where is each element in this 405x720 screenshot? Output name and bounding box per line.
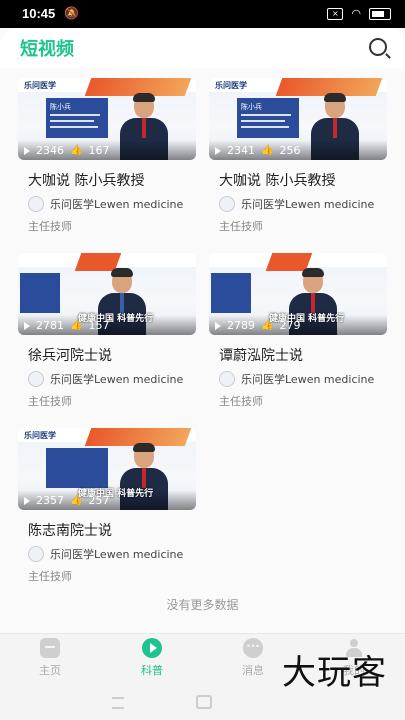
status-icons: × ◠ bbox=[327, 7, 391, 20]
play-count: 2357 bbox=[36, 494, 64, 507]
author-role: 主任技师 bbox=[219, 395, 263, 408]
play-count-icon bbox=[215, 146, 221, 155]
author-role: 主任技师 bbox=[28, 395, 72, 408]
tab-messages[interactable]: 消息 bbox=[223, 638, 283, 678]
like-count: 167 bbox=[88, 144, 110, 157]
author-name: 乐问医学Lewen medicine bbox=[241, 373, 375, 386]
menu-icon[interactable] bbox=[112, 697, 124, 709]
no-more-data-text: 没有更多数据 bbox=[166, 598, 239, 612]
status-time: 10:45 bbox=[22, 6, 56, 21]
message-icon bbox=[243, 638, 263, 658]
video-card[interactable]: 乐问医学 陈小兵 2341 👍 256 大咖说 陈小兵教授 乐问医学Lewen … bbox=[209, 78, 387, 248]
like-icon: 👍 bbox=[70, 320, 83, 331]
video-title[interactable]: 大咖说 陈小兵教授 bbox=[28, 170, 144, 190]
video-card[interactable]: 健康中国 科普先行 2789 👍 279 谭蔚泓院士说 乐问医学Lewen me… bbox=[209, 253, 387, 423]
thumbnail-brand: 乐问医学 bbox=[24, 81, 56, 90]
video-thumbnail[interactable]: 乐问医学 陈小兵 2346 👍 167 bbox=[18, 78, 196, 160]
video-stats: 2789 👍 279 bbox=[215, 319, 300, 332]
play-icon bbox=[142, 638, 162, 658]
like-icon: 👍 bbox=[70, 145, 83, 156]
tab-label: 科普 bbox=[141, 664, 163, 677]
video-thumbnail[interactable]: 健康中国 科普先行 2781 👍 157 bbox=[18, 253, 196, 335]
watermark: 大玩客 bbox=[282, 653, 387, 693]
page-title: 短视频 bbox=[20, 39, 74, 60]
mute-icon: 🔕 bbox=[64, 6, 79, 20]
thumbnail-brand: 乐问医学 bbox=[215, 81, 247, 90]
video-title[interactable]: 陈志南院士说 bbox=[28, 520, 112, 540]
play-count-icon bbox=[215, 321, 221, 330]
tab-science[interactable]: 科普 bbox=[122, 638, 182, 678]
video-author[interactable]: 乐问医学Lewen medicine bbox=[219, 196, 374, 212]
video-card[interactable]: 健康中国 科普先行 2781 👍 157 徐兵河院士说 乐问医学Lewen me… bbox=[18, 253, 196, 423]
video-card[interactable]: 乐问医学 健康中国 科普先行 2357 👍 257 陈志南院士说 乐问医学Lew… bbox=[18, 428, 196, 598]
video-card[interactable]: 乐问医学 陈小兵 2346 👍 167 大咖说 陈小兵教授 乐问医学Lewen … bbox=[18, 78, 196, 248]
like-icon: 👍 bbox=[261, 320, 274, 331]
video-stats: 2357 👍 257 bbox=[24, 494, 109, 507]
video-stats: 2341 👍 256 bbox=[215, 144, 300, 157]
wifi-icon: ◠ bbox=[351, 7, 361, 20]
like-count: 256 bbox=[279, 144, 301, 157]
tab-home[interactable]: 主页 bbox=[20, 638, 80, 678]
app-screen: 短视频 乐问医学 陈小兵 2346 👍 167 大咖说 陈小兵教授 乐问医学Le… bbox=[0, 28, 405, 720]
video-thumbnail[interactable]: 健康中国 科普先行 2789 👍 279 bbox=[209, 253, 387, 335]
video-title[interactable]: 徐兵河院士说 bbox=[28, 345, 112, 365]
video-thumbnail[interactable]: 乐问医学 健康中国 科普先行 2357 👍 257 bbox=[18, 428, 196, 510]
play-count: 2346 bbox=[36, 144, 64, 157]
video-author[interactable]: 乐问医学Lewen medicine bbox=[28, 371, 183, 387]
play-count-icon bbox=[24, 146, 30, 155]
play-count: 2781 bbox=[36, 319, 64, 332]
author-name: 乐问医学Lewen medicine bbox=[50, 198, 184, 211]
avatar bbox=[219, 371, 235, 387]
avatar bbox=[28, 546, 44, 562]
battery-icon bbox=[369, 7, 391, 20]
author-name: 乐问医学Lewen medicine bbox=[241, 198, 375, 211]
video-title[interactable]: 大咖说 陈小兵教授 bbox=[219, 170, 335, 190]
status-bar: 10:45 🔕 × ◠ bbox=[0, 0, 405, 28]
tab-label: 消息 bbox=[242, 664, 264, 677]
like-icon: 👍 bbox=[70, 495, 83, 506]
avatar bbox=[28, 196, 44, 212]
author-name: 乐问医学Lewen medicine bbox=[50, 373, 184, 386]
author-name: 乐问医学Lewen medicine bbox=[50, 548, 184, 561]
author-role: 主任技师 bbox=[219, 220, 263, 233]
tab-label: 主页 bbox=[39, 664, 61, 677]
sim-icon: × bbox=[327, 7, 344, 20]
play-count-icon bbox=[24, 321, 30, 330]
thumbnail-brand: 乐问医学 bbox=[24, 431, 56, 440]
play-count: 2789 bbox=[227, 319, 255, 332]
page-header: 短视频 bbox=[0, 28, 405, 68]
video-title[interactable]: 谭蔚泓院士说 bbox=[219, 345, 303, 365]
play-count-icon bbox=[24, 496, 30, 505]
author-role: 主任技师 bbox=[28, 220, 72, 233]
author-role: 主任技师 bbox=[28, 570, 72, 583]
video-stats: 2346 👍 167 bbox=[24, 144, 109, 157]
avatar bbox=[219, 196, 235, 212]
avatar bbox=[28, 371, 44, 387]
like-count: 257 bbox=[88, 494, 110, 507]
video-author[interactable]: 乐问医学Lewen medicine bbox=[28, 196, 183, 212]
like-icon: 👍 bbox=[261, 145, 274, 156]
video-thumbnail[interactable]: 乐问医学 陈小兵 2341 👍 256 bbox=[209, 78, 387, 160]
home-button-icon[interactable] bbox=[196, 695, 212, 709]
like-count: 157 bbox=[88, 319, 110, 332]
play-count: 2341 bbox=[227, 144, 255, 157]
video-stats: 2781 👍 157 bbox=[24, 319, 109, 332]
video-author[interactable]: 乐问医学Lewen medicine bbox=[219, 371, 374, 387]
like-count: 279 bbox=[279, 319, 301, 332]
video-author[interactable]: 乐问医学Lewen medicine bbox=[28, 546, 183, 562]
search-icon[interactable] bbox=[369, 38, 387, 56]
home-icon bbox=[40, 638, 60, 658]
